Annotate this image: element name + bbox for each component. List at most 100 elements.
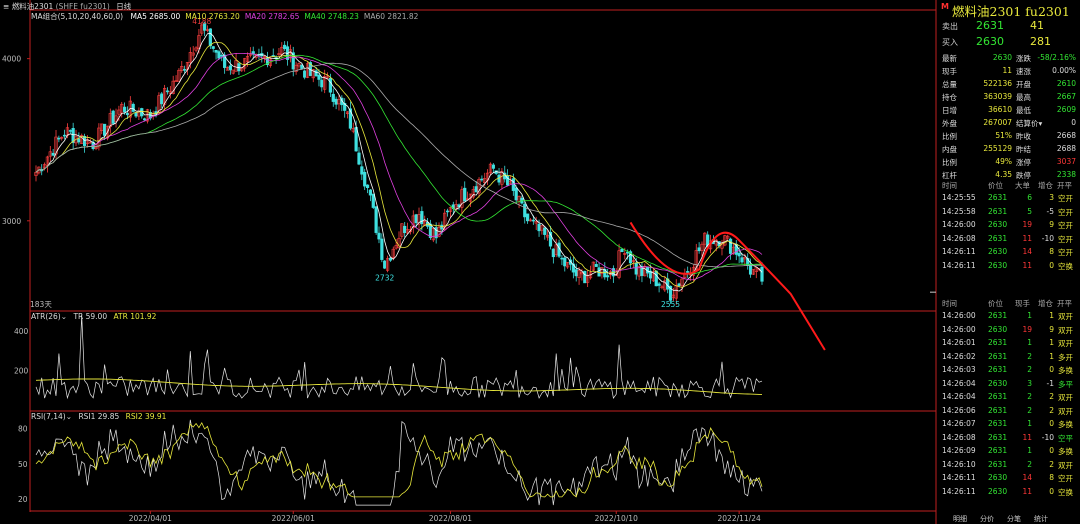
table-row[interactable]: 14:26:01 2631 1 1 双开 [938,336,1080,349]
candle [543,227,547,235]
open-close-cell: 空开 [1058,474,1073,483]
oi-change-cell: 0 [1049,446,1054,455]
chevron-down-icon[interactable]: ⌄ [66,412,72,421]
table-row[interactable]: 14:26:03 2631 2 0 多换 [938,363,1080,376]
oi-change-cell: 8 [1049,247,1054,256]
volume-cell: 2 [1027,365,1032,374]
tab-stats[interactable]: 统计 [1034,514,1048,524]
table-header: 时间 价位 大单 增仓 开平 [938,179,1080,190]
candle [143,118,147,121]
candle [314,70,318,77]
tab-trades[interactable]: 分笔 [1007,514,1021,524]
time-cell: 14:26:07 [942,419,976,428]
ma-legend-item: MA10 2763.20 [185,12,240,21]
candle [526,213,530,222]
candle [183,69,187,71]
table-row[interactable]: 14:26:06 2631 2 2 双开 [938,404,1080,417]
table-row[interactable]: 14:26:11 2630 11 0 空换 [938,485,1080,498]
price-cell: 2630 [988,486,1008,496]
volume-cell: 14 [1022,247,1032,256]
rsi-name[interactable]: RSI(7,14) [31,412,66,421]
oi-change-cell: 9 [1049,220,1054,229]
stat-row: 外盘 267007 结算价▾ 0 [938,117,1080,130]
price-cell: 2631 [988,233,1008,243]
stat-label: 昨收 [1016,132,1031,141]
menu-icon[interactable]: ≡ [3,2,9,11]
volume-cell: 1 [1027,446,1032,455]
candle [377,232,381,240]
open-close-cell: 多换 [1058,447,1073,456]
sell-volume: 41 [1030,19,1044,32]
candle [211,46,215,49]
price-cell: 2630 [988,324,1008,334]
time-cell: 14:26:11 [942,473,976,482]
tab-detail[interactable]: 明细 [953,514,967,524]
table-row[interactable]: 14:26:10 2631 2 2 双开 [938,458,1080,471]
ma-indicator-name[interactable]: MA组合(5,10,20,40,60,0) [31,12,123,21]
stat-label: 内盘 [942,145,957,154]
price-cell: 2631 [988,405,1008,415]
candle [383,260,387,269]
low-annotation: 2555 [661,300,680,309]
candle [331,93,335,102]
period-label[interactable]: 日线 [116,2,131,11]
atr-name[interactable]: ATR(26) [31,312,61,321]
time-cell: 14:26:03 [942,365,976,374]
table-row[interactable]: 14:26:07 2631 1 0 多换 [938,417,1080,430]
table-row[interactable]: 14:26:08 2631 11 -10 空开 [938,232,1080,245]
table-row[interactable]: 14:25:58 2631 5 -5 空开 [938,205,1080,218]
tab-price[interactable]: 分价 [980,514,994,524]
table-row[interactable]: 14:26:00 2630 19 9 双开 [938,323,1080,336]
time-cell: 14:26:01 [942,338,976,347]
price-chart-svg[interactable]: 4000 3000 400 200 80 50 20 2022/04/01 2022/06/01… [0,0,937,524]
stat-value: 51% [995,131,1012,140]
candle [368,189,373,196]
table-row[interactable]: 14:26:00 2630 19 9 空开 [938,218,1080,231]
candle [363,171,367,187]
m-icon[interactable]: M [941,2,949,11]
table-row[interactable]: 14:26:11 2630 14 8 空开 [938,245,1080,258]
x-axis-label: 2022/04/01 [129,514,172,523]
table-row[interactable]: 14:26:04 2631 2 2 双开 [938,390,1080,403]
table-row[interactable]: 14:26:00 2631 1 1 双开 [938,309,1080,322]
candle [320,79,324,88]
days-label: 183天 [30,300,52,309]
time-cell: 14:26:06 [942,405,976,415]
stat-value: 2609 [1056,105,1076,114]
stat-label: 现手 [942,67,957,76]
price-cell: 2631 [988,365,1008,374]
chevron-down-icon[interactable]: ⌄ [61,312,67,321]
table-row[interactable]: 14:26:09 2631 1 0 多换 [938,444,1080,457]
candle [57,137,61,140]
table-row[interactable]: 14:26:08 2631 11 -10 空平 [938,431,1080,444]
table-row[interactable]: 14:25:55 2631 6 3 空开 [938,191,1080,204]
candle [334,98,338,105]
chart-area[interactable]: 4000 3000 400 200 80 50 20 2022/04/01 2022/06/01… [0,0,937,524]
stat-value: 3037 [1056,157,1076,166]
candle [491,164,495,169]
column-header: 现手 [1015,299,1030,308]
x-axis-label: 2022/10/10 [595,514,638,523]
volume-cell: 11 [1022,486,1032,496]
volume-cell: 14 [1022,473,1032,482]
candle [474,186,478,193]
tr-line [35,314,763,400]
volume-cell: 19 [1022,220,1032,229]
table-row[interactable]: 14:26:11 2630 14 8 空开 [938,471,1080,484]
candle [68,130,72,132]
table-row[interactable]: 14:26:02 2631 2 1 多开 [938,350,1080,363]
open-close-cell: 空开 [1058,248,1073,257]
candle [131,103,135,112]
candle [654,270,658,287]
table-row[interactable]: 14:26:11 2630 11 0 空换 [938,259,1080,272]
buy-row[interactable]: 买入 2630 281 [938,35,1080,50]
candle [365,184,370,189]
table-row[interactable]: 14:26:04 2630 3 -1 多平 [938,377,1080,390]
candle [583,270,587,284]
candle [551,248,555,258]
open-close-cell: 多开 [1058,352,1073,362]
sell-row[interactable]: 卖出 2631 41 [938,19,1080,34]
rsi-y-tick: 80 [18,425,28,434]
price-cell: 2630 [988,473,1008,482]
price-cell: 2631 [988,446,1008,455]
